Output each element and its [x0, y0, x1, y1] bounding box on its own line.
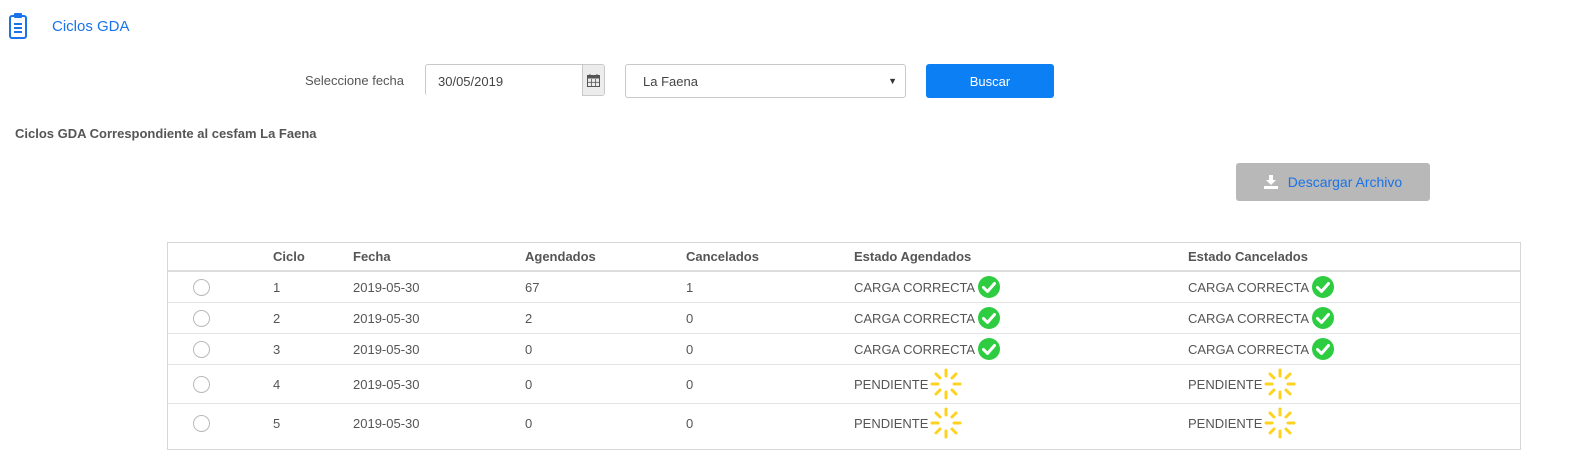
cell-estado-agendados: PENDIENTE	[854, 364, 1188, 404]
row-select-cell	[168, 333, 273, 365]
cesfam-select[interactable]: La Faena ▼	[625, 64, 906, 98]
status-text: CARGA CORRECTA	[854, 279, 976, 295]
cell-ciclo: 5	[273, 415, 281, 431]
spinner-icon	[930, 407, 962, 439]
check-circle-icon	[1312, 338, 1335, 360]
ciclos-table: Ciclo Fecha Agendados Cancelados Estado …	[167, 242, 1521, 450]
table-row: 2 2019-05-30 2 0 CARGA CORRECTA CARGA CO…	[168, 302, 1520, 334]
filter-bar: Seleccione fecha La Faena ▼ Buscar	[0, 64, 1585, 98]
row-select-cell	[168, 302, 273, 334]
calendar-icon	[587, 73, 600, 87]
table-row: 4 2019-05-30 0 0 PENDIENTE PENDIENTE	[168, 364, 1520, 404]
buscar-button[interactable]: Buscar	[926, 64, 1054, 98]
cell-estado-cancelados: CARGA CORRECTA	[1188, 333, 1520, 365]
clipboard-icon	[9, 13, 27, 39]
row-select-cell	[168, 404, 273, 443]
row-radio[interactable]	[193, 278, 210, 296]
table-row: 5 2019-05-30 0 0 PENDIENTE PENDIENTE	[168, 404, 1520, 443]
calendar-button[interactable]	[582, 65, 604, 95]
row-radio[interactable]	[193, 340, 210, 358]
row-select-cell	[168, 271, 273, 303]
page-title[interactable]: Ciclos GDA	[52, 18, 130, 35]
row-radio[interactable]	[193, 375, 210, 393]
spinner-icon	[1264, 368, 1296, 400]
cell-cancelados: 0	[686, 415, 694, 431]
cell-cancelados: 1	[686, 271, 854, 303]
table-header-row: Ciclo Fecha Agendados Cancelados Estado …	[168, 243, 1520, 272]
status-text: CARGA CORRECTA	[854, 310, 976, 326]
status-text: PENDIENTE	[854, 415, 929, 431]
header-ciclo: Ciclo	[273, 243, 353, 272]
check-circle-icon	[1312, 276, 1335, 298]
cell-agendados: 67	[525, 271, 686, 303]
cell-agendados: 0	[525, 333, 686, 365]
cell-estado-agendados: PENDIENTE	[854, 404, 1188, 443]
check-circle-icon	[978, 338, 1001, 360]
status-text: CARGA CORRECTA	[1188, 279, 1310, 295]
check-circle-icon	[1312, 307, 1335, 329]
header-fecha: Fecha	[353, 243, 525, 272]
fecha-label: Seleccione fecha	[305, 73, 405, 88]
cell-estado-cancelados: PENDIENTE	[1188, 364, 1520, 404]
caret-down-icon: ▼	[888, 76, 897, 86]
header-select	[168, 243, 273, 272]
cell-estado-agendados: CARGA CORRECTA	[854, 333, 1188, 365]
check-circle-icon	[978, 276, 1001, 298]
row-radio[interactable]	[193, 309, 210, 327]
cell-ciclo: 3	[273, 333, 353, 365]
header-cancelados: Cancelados	[686, 243, 854, 272]
table-row: 3 2019-05-30 0 0 CARGA CORRECTA CARGA CO…	[168, 333, 1520, 365]
download-button[interactable]: Descargar Archivo	[1236, 163, 1430, 201]
cell-ciclo: 2	[273, 302, 353, 334]
status-text: CARGA CORRECTA	[1188, 310, 1310, 326]
table-row: 1 2019-05-30 67 1 CARGA CORRECTA CARGA C…	[168, 271, 1520, 303]
cell-agendados: 2	[525, 302, 686, 334]
status-text: PENDIENTE	[1188, 376, 1263, 392]
page-header: Ciclos GDA	[8, 12, 130, 40]
cell-estado-cancelados: PENDIENTE	[1188, 404, 1520, 443]
status-text: PENDIENTE	[1188, 415, 1263, 431]
spinner-icon	[1264, 407, 1296, 439]
cell-agendados: 0	[525, 364, 686, 404]
cell-cancelados: 0	[686, 333, 854, 365]
cell-agendados: 0	[525, 415, 533, 431]
cell-cancelados: 0	[686, 364, 854, 404]
cell-ciclo: 4	[273, 364, 353, 404]
cell-fecha: 2019-05-30	[353, 415, 420, 431]
cesfam-selected: La Faena	[643, 73, 698, 89]
row-radio[interactable]	[193, 414, 210, 432]
download-label: Descargar Archivo	[1287, 174, 1403, 190]
fecha-input[interactable]	[426, 65, 582, 97]
cell-fecha: 2019-05-30	[353, 271, 525, 303]
download-icon	[1263, 175, 1278, 189]
header-estado-agendados: Estado Agendados	[854, 243, 1188, 272]
check-circle-icon	[978, 307, 1001, 329]
section-subtitle: Ciclos GDA Correspondiente al cesfam La …	[15, 126, 317, 141]
cell-estado-agendados: CARGA CORRECTA	[854, 271, 1188, 303]
date-picker	[425, 64, 605, 97]
header-agendados: Agendados	[525, 243, 686, 272]
status-text: PENDIENTE	[854, 376, 929, 392]
status-text: CARGA CORRECTA	[1188, 341, 1310, 357]
cell-estado-cancelados: CARGA CORRECTA	[1188, 302, 1520, 334]
status-text: CARGA CORRECTA	[854, 341, 976, 357]
cell-fecha: 2019-05-30	[353, 302, 525, 334]
cell-cancelados: 0	[686, 302, 854, 334]
cell-ciclo: 1	[273, 271, 353, 303]
cell-fecha: 2019-05-30	[353, 333, 525, 365]
cell-estado-agendados: CARGA CORRECTA	[854, 302, 1188, 334]
cell-estado-cancelados: CARGA CORRECTA	[1188, 271, 1520, 303]
header-estado-cancelados: Estado Cancelados	[1188, 243, 1520, 272]
row-select-cell	[168, 364, 273, 404]
spinner-icon	[930, 368, 962, 400]
cell-fecha: 2019-05-30	[353, 364, 525, 404]
